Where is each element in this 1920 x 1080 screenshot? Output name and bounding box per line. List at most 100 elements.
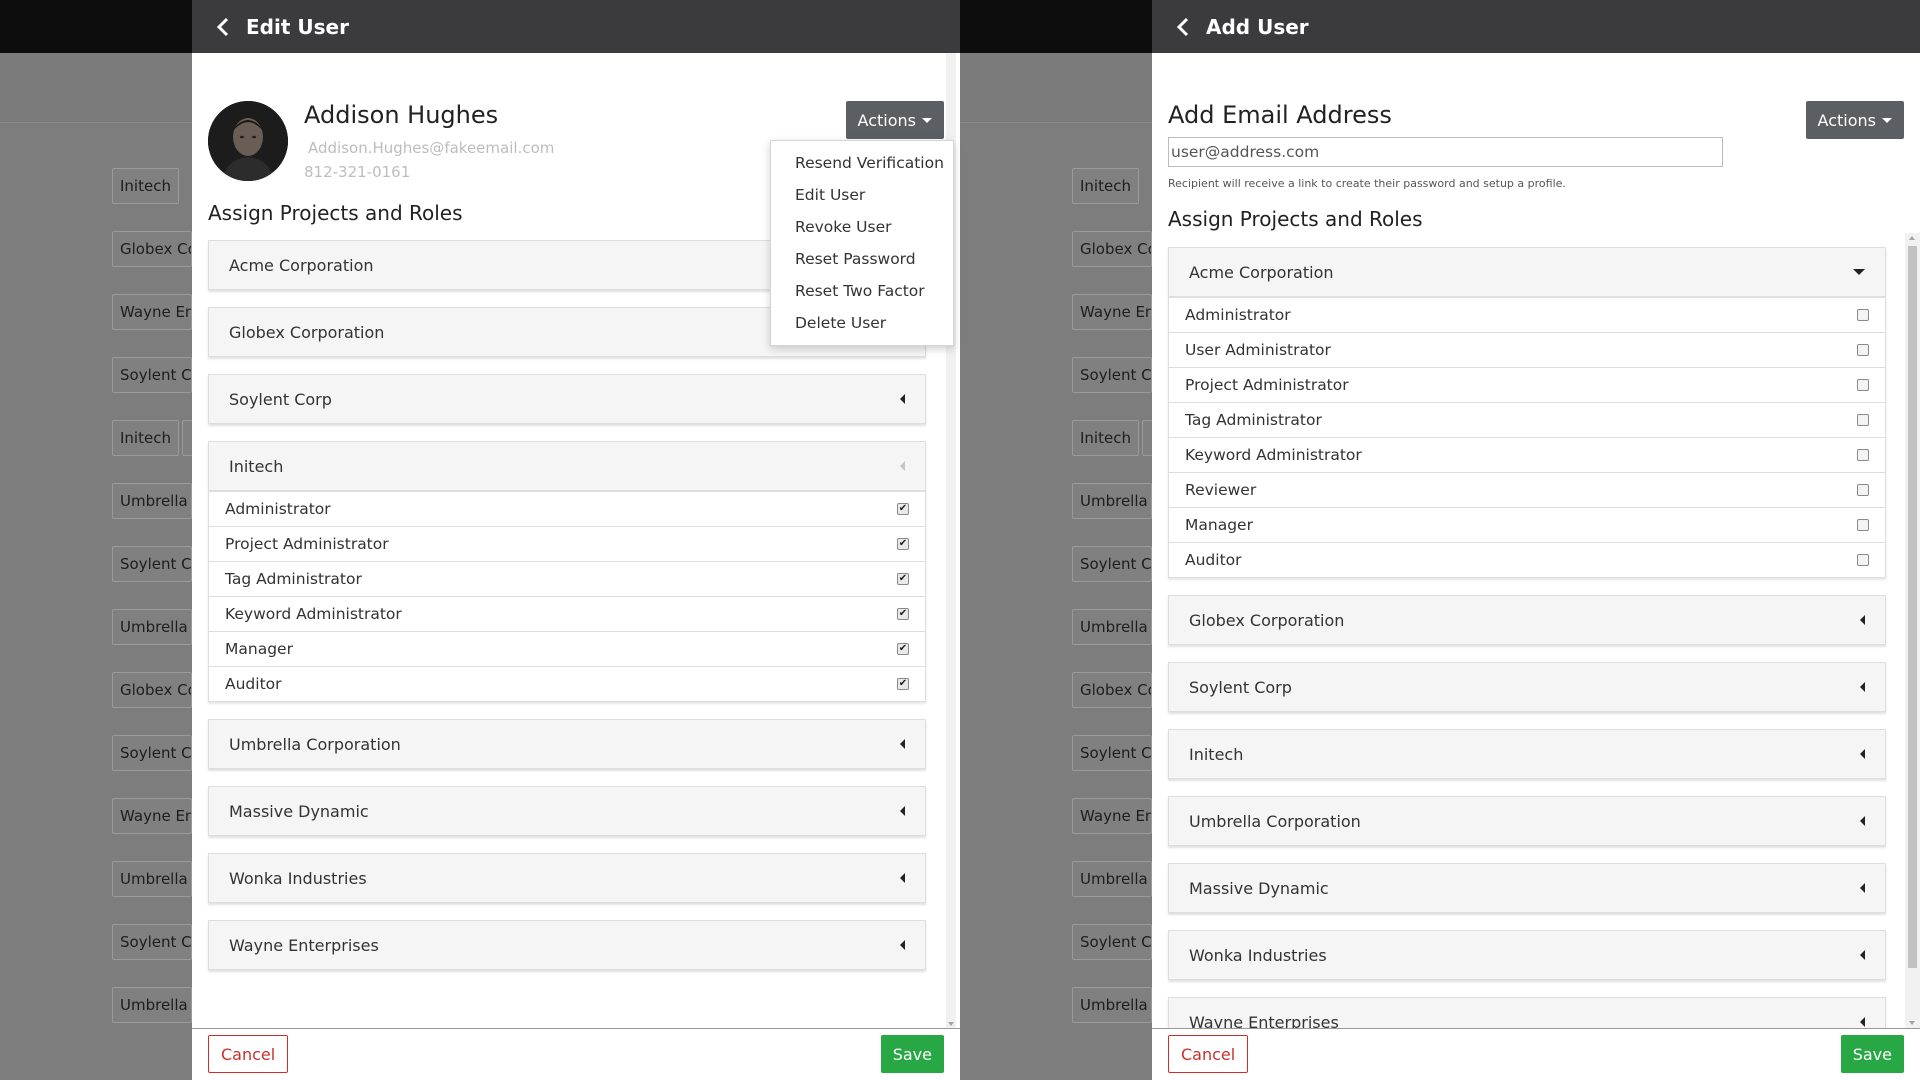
role-label: Keyword Administrator [225,605,402,623]
role-row[interactable]: Auditor [1169,542,1885,577]
background-chip: Umbrella C [112,609,192,645]
caret-left-icon [900,940,905,950]
role-checkbox[interactable] [1857,449,1869,461]
role-checkbox[interactable] [1857,379,1869,391]
menu-item[interactable]: Resend Verification [771,147,953,179]
role-row[interactable]: User Administrator [1169,332,1885,367]
add-user-header: Add User [1152,0,1920,53]
project-name: Massive Dynamic [229,801,369,821]
background-chip: Initech [112,420,179,456]
save-button[interactable]: Save [880,1035,944,1073]
role-checkbox[interactable]: ✔ [897,608,909,620]
role-row[interactable]: Tag Administrator [1169,402,1885,437]
background-chip: Umbrella C [1072,609,1152,645]
background-chip: Soylent Co [1072,546,1152,582]
role-checkbox[interactable] [1857,519,1869,531]
role-row[interactable]: Reviewer [1169,472,1885,507]
role-row[interactable]: Manager [1169,507,1885,542]
section-title: Assign Projects and Roles [1168,207,1423,231]
role-checkbox[interactable]: ✔ [897,503,909,515]
role-row[interactable]: Auditor ✔ [209,666,925,701]
scrollbar-thumb[interactable] [1908,246,1917,968]
role-checkbox[interactable] [1857,484,1869,496]
role-row[interactable]: Manager ✔ [209,631,925,666]
project-header[interactable]: Globex Corporation [1168,595,1886,645]
project-header[interactable]: Acme Corporation [1168,247,1886,297]
project-header[interactable]: Umbrella Corporation [208,719,926,769]
project-header[interactable]: Umbrella Corporation [1168,796,1886,846]
role-list: Administrator User Administrator Project A… [1168,297,1886,578]
project-name: Massive Dynamic [1189,878,1329,898]
role-row[interactable]: Administrator ✔ [209,491,925,526]
project-header[interactable]: Soylent Corp [1168,662,1886,712]
role-label: Project Administrator [225,535,389,553]
background-chip: Globex Co [1072,672,1152,708]
scroll-up-arrow-icon[interactable] [1909,236,1915,240]
project-name: Globex Corporation [1189,610,1345,630]
project-name: Wonka Industries [1189,945,1327,965]
role-label: Auditor [1185,551,1242,569]
vertical-scrollbar[interactable] [1905,233,1920,1028]
project-name: Acme Corporation [229,255,374,275]
email-input[interactable] [1168,137,1723,167]
role-checkbox[interactable] [1857,344,1869,356]
back-arrow-icon[interactable] [210,14,236,40]
project-header[interactable]: Initech [208,441,926,491]
project-header[interactable]: Soylent Corp [208,374,926,424]
role-row[interactable]: Keyword Administrator [1169,437,1885,472]
background-chip: Soylent Co [112,735,192,771]
background-chip: Umbrella C [1072,987,1152,1023]
role-label: Auditor [225,675,282,693]
role-label: Tag Administrator [1185,411,1322,429]
project-header[interactable]: Wonka Industries [1168,930,1886,980]
background-chip: Globex Co [1072,231,1152,267]
role-row[interactable]: Keyword Administrator ✔ [209,596,925,631]
cancel-button[interactable]: Cancel [1168,1035,1249,1073]
project-header[interactable]: Wonka Industries [208,853,926,903]
project-header[interactable]: Wayne Enterprises [208,920,926,970]
role-checkbox[interactable]: ✔ [897,573,909,585]
role-checkbox[interactable] [1857,554,1869,566]
project-header[interactable]: Massive Dynamic [208,786,926,836]
caret-down-icon [922,117,932,123]
role-row[interactable]: Project Administrator [1169,367,1885,402]
caret-left-icon [900,873,905,883]
role-checkbox[interactable] [1857,309,1869,321]
menu-item[interactable]: Reset Password [771,243,953,275]
menu-item[interactable]: Reset Two Factor [771,275,953,307]
add-user-footer: Cancel Save [1152,1028,1920,1080]
role-row[interactable]: Project Administrator ✔ [209,526,925,561]
menu-item[interactable]: Delete User [771,307,953,339]
back-arrow-icon[interactable] [1170,14,1196,40]
role-checkbox[interactable]: ✔ [897,678,909,690]
actions-button[interactable]: Actions [845,101,944,139]
background-chip: Globex Co [112,672,192,708]
project-name: Globex Corporation [229,322,385,342]
scroll-down-arrow-icon[interactable] [948,1022,954,1026]
menu-item[interactable]: Edit User [771,179,953,211]
add-user-content[interactable]: Add Email Address Recipient will receive… [1152,53,1920,1028]
role-label: Manager [1185,516,1253,534]
role-checkbox[interactable] [1857,414,1869,426]
project-header[interactable]: Wayne Enterprises [1168,997,1886,1028]
caret-left-icon [900,739,905,749]
background-chip: Umbrella C [112,483,192,519]
actions-button-label: Actions [1817,110,1876,130]
menu-item[interactable]: Revoke User [771,211,953,243]
role-row[interactable]: Administrator [1169,297,1885,332]
caret-left-icon [1860,1017,1865,1027]
save-button[interactable]: Save [1840,1035,1904,1073]
scroll-down-arrow-icon[interactable] [1909,1021,1915,1025]
role-checkbox[interactable]: ✔ [897,538,909,550]
role-row[interactable]: Tag Administrator ✔ [209,561,925,596]
cancel-button[interactable]: Cancel [208,1035,289,1073]
edit-user-footer: Cancel Save [192,1028,960,1080]
project-header[interactable]: Massive Dynamic [1168,863,1886,913]
background-chip: Wayne Ent [112,798,192,834]
actions-button[interactable]: Actions [1805,101,1904,139]
role-checkbox[interactable]: ✔ [897,643,909,655]
project-accordion: Acme Corporation Globex Corporation Soylen… [208,240,926,987]
panel-title: Add User [1206,14,1309,39]
project-header[interactable]: Initech [1168,729,1886,779]
background-chip: Soylent Co [1072,924,1152,960]
